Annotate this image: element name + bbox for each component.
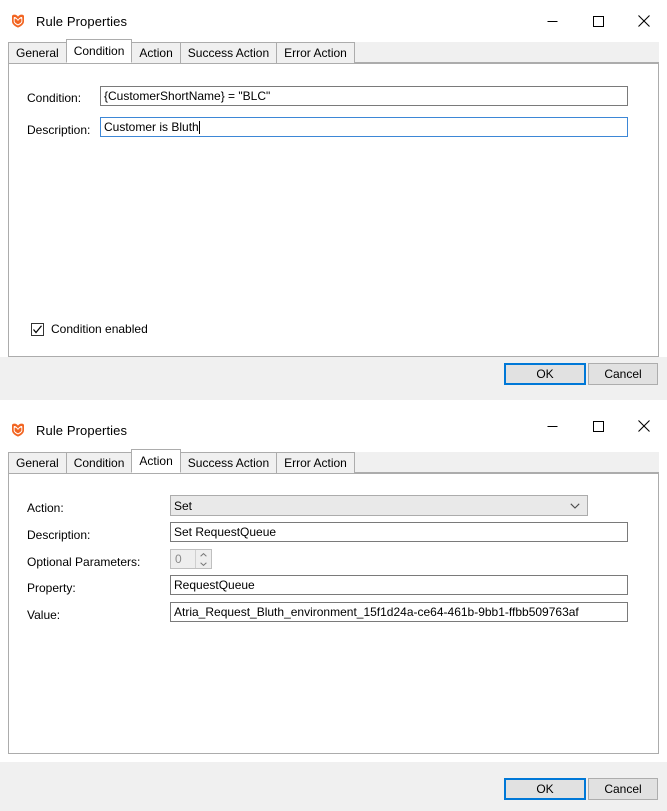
condition-input-value: {CustomerShortName} = "BLC" <box>104 89 270 103</box>
tab-label: General <box>16 456 59 470</box>
caption-buttons <box>529 400 667 452</box>
property-field-label: Property: <box>27 581 76 595</box>
tab-action[interactable]: Action <box>131 42 180 63</box>
ok-button[interactable]: OK <box>504 363 586 385</box>
minimize-icon[interactable] <box>529 400 575 452</box>
rule-properties-window-condition: Rule Properties General Condition Action… <box>0 0 667 389</box>
titlebar[interactable]: Rule Properties <box>0 0 667 42</box>
condition-enabled-checkbox[interactable] <box>31 323 44 336</box>
tab-condition[interactable]: Condition <box>66 39 133 63</box>
tab-label: Condition <box>74 456 125 470</box>
tab-general[interactable]: General <box>8 452 67 473</box>
value-field-label: Value: <box>27 608 60 622</box>
action-field-label: Action: <box>27 501 64 515</box>
stepper-up-icon[interactable] <box>196 550 211 559</box>
close-icon[interactable] <box>621 0 667 42</box>
screen: Rule Properties General Condition Action… <box>0 0 667 811</box>
maximize-icon[interactable] <box>575 0 621 42</box>
minimize-icon[interactable] <box>529 0 575 42</box>
action-dropdown-value: Set <box>174 499 192 513</box>
description-input[interactable]: Customer is Bluth <box>100 117 628 137</box>
tabstrip-action-window: General Condition Action Success Action … <box>8 452 659 474</box>
footer-condition-window: OK Cancel <box>0 357 667 389</box>
cancel-button-label: Cancel <box>604 782 641 796</box>
tab-label: Action <box>139 46 172 60</box>
tab-label: Action <box>139 454 172 468</box>
tab-error-action[interactable]: Error Action <box>276 452 355 473</box>
tab-success-action[interactable]: Success Action <box>180 452 277 473</box>
condition-input[interactable]: {CustomerShortName} = "BLC" <box>100 86 628 106</box>
tab-label: Condition <box>74 44 125 58</box>
condition-tab-panel: Condition: {CustomerShortName} = "BLC" D… <box>8 64 659 357</box>
caption-buttons <box>529 0 667 42</box>
cancel-button[interactable]: Cancel <box>588 778 658 800</box>
property-input[interactable]: RequestQueue <box>170 575 628 595</box>
condition-field-label: Condition: <box>27 91 81 105</box>
shield-icon <box>9 422 26 439</box>
optional-parameters-label: Optional Parameters: <box>27 555 140 569</box>
property-input-value: RequestQueue <box>174 578 255 592</box>
condition-enabled-label: Condition enabled <box>51 322 148 336</box>
action-dropdown[interactable]: Set <box>170 495 588 516</box>
window-title: Rule Properties <box>36 423 127 438</box>
tab-label: General <box>16 46 59 60</box>
description-input-value: Customer is Bluth <box>104 120 199 134</box>
tabstrip-condition-window: General Condition Action Success Action … <box>8 42 659 64</box>
footer-action-window: OK Cancel <box>0 762 667 811</box>
action-tab-panel: Action: Set Description: Set RequestQueu… <box>8 474 659 754</box>
shield-icon <box>9 13 26 30</box>
tab-label: Success Action <box>188 46 269 60</box>
description-field-label: Description: <box>27 528 90 542</box>
cancel-button[interactable]: Cancel <box>588 363 658 385</box>
tab-general[interactable]: General <box>8 42 67 63</box>
tab-error-action[interactable]: Error Action <box>276 42 355 63</box>
optional-parameters-value: 0 <box>171 552 195 566</box>
tab-label: Error Action <box>284 46 347 60</box>
condition-enabled-checkbox-row[interactable]: Condition enabled <box>31 322 148 336</box>
stepper-buttons <box>195 550 211 568</box>
optional-parameters-stepper[interactable]: 0 <box>170 549 212 569</box>
tab-action[interactable]: Action <box>131 449 180 473</box>
tab-label: Error Action <box>284 456 347 470</box>
description-field-label: Description: <box>27 123 90 137</box>
ok-button[interactable]: OK <box>504 778 586 800</box>
chevron-down-icon <box>570 503 580 509</box>
cancel-button-label: Cancel <box>604 367 641 381</box>
maximize-icon[interactable] <box>575 400 621 452</box>
stepper-down-icon[interactable] <box>196 559 211 568</box>
rule-properties-window-action: Rule Properties General Condition Action… <box>0 400 667 811</box>
ok-button-label: OK <box>536 367 553 381</box>
value-input[interactable]: Atria_Request_Bluth_environment_15f1d24a… <box>170 602 628 622</box>
titlebar[interactable]: Rule Properties <box>0 400 667 452</box>
window-title: Rule Properties <box>36 14 127 29</box>
tab-success-action[interactable]: Success Action <box>180 42 277 63</box>
ok-button-label: OK <box>536 782 553 796</box>
description-input[interactable]: Set RequestQueue <box>170 522 628 542</box>
description-input-value: Set RequestQueue <box>174 525 276 539</box>
tab-label: Success Action <box>188 456 269 470</box>
value-input-value: Atria_Request_Bluth_environment_15f1d24a… <box>174 605 579 619</box>
text-caret <box>199 121 200 134</box>
tab-condition[interactable]: Condition <box>66 452 133 473</box>
close-icon[interactable] <box>621 400 667 452</box>
